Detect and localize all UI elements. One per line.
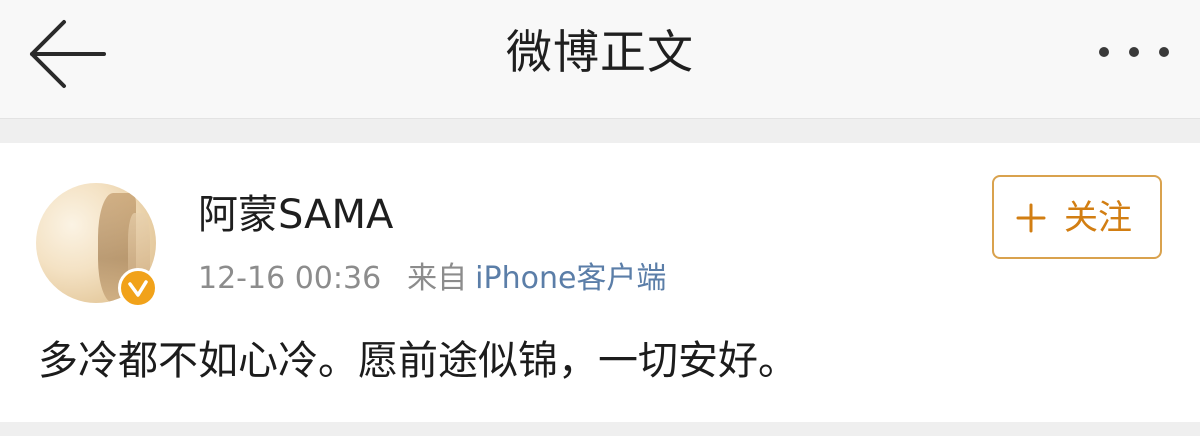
username[interactable]: 阿蒙SAMA bbox=[198, 189, 393, 241]
more-dots-icon bbox=[1099, 47, 1169, 57]
source-device[interactable]: iPhone客户端 bbox=[475, 261, 666, 296]
more-options-button[interactable] bbox=[1090, 32, 1180, 72]
post-timestamp: 12-16 00:36 bbox=[198, 261, 382, 296]
post-meta: 12-16 00:36 来自 iPhone客户端 bbox=[198, 259, 666, 299]
follow-label: 关注 bbox=[1064, 198, 1132, 238]
section-divider bbox=[0, 118, 1200, 143]
bottom-divider bbox=[0, 422, 1200, 436]
follow-button[interactable]: 关注 bbox=[992, 175, 1162, 259]
page-title: 微博正文 bbox=[506, 25, 694, 79]
post-body-text: 多冷都不如心冷。愿前途似锦，一切安好。 bbox=[38, 338, 798, 384]
weibo-post-page: 微博正文 阿蒙SAMA 12-16 00:36 来自 iPhone客户端 关注 … bbox=[0, 0, 1200, 436]
top-navigation-bar: 微博正文 bbox=[0, 0, 1200, 118]
post-card: 阿蒙SAMA 12-16 00:36 来自 iPhone客户端 关注 多冷都不如心冷… bbox=[0, 143, 1200, 422]
plus-icon bbox=[1016, 203, 1046, 233]
verified-check-icon bbox=[128, 280, 148, 297]
source-prefix: 来自 bbox=[407, 261, 468, 296]
verified-badge bbox=[118, 268, 158, 308]
